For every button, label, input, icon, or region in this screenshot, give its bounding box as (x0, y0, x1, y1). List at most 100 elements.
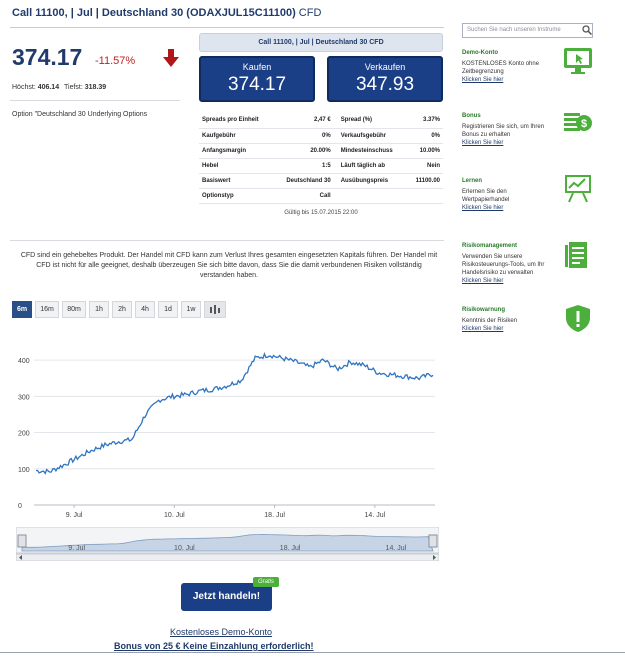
spec-value (406, 188, 443, 204)
spec-label: Mindesteinschuss (337, 143, 407, 159)
x-tick-label: 10. Jul (164, 512, 185, 519)
specs-row: Anfangsmargin 20.00% Mindesteinschuss 10.00… (199, 143, 443, 159)
trade-now-button[interactable]: Jetzt handeln! (181, 583, 272, 611)
sidebar-link[interactable]: Klicken Sie hier (462, 278, 597, 284)
spec-label: Anfangsmargin (199, 143, 274, 159)
spec-label: Hebel (199, 158, 274, 174)
sell-price: 347.93 (355, 74, 415, 95)
navigator-scrollbar (16, 553, 439, 561)
spec-label: Spreads pro Einheit (199, 113, 274, 129)
range-button-1d[interactable]: 1d (158, 301, 178, 318)
specs-row: Kaufgebühr 0% Verkaufsgebühr 0% (199, 128, 443, 144)
spec-value: 3.37% (406, 113, 443, 129)
document-check-icon (565, 242, 587, 268)
spec-value: Nein (406, 158, 443, 174)
y-tick-label: 100 (18, 467, 30, 474)
specs-row: Optionstyp Call (199, 188, 443, 204)
spec-label: Läuft täglich ab (337, 158, 407, 174)
navigator-label: 18. Jul (280, 545, 301, 552)
instrument-type: CFD (298, 7, 322, 19)
navigator-label: 14. Jul (386, 545, 407, 552)
risk-disclaimer: CFD sind ein gehebeltes Produkt. Der Han… (20, 252, 438, 279)
range-button-1h[interactable]: 1h (89, 301, 109, 318)
sidebar-text: Erlernen Sie den Wertpapierhandel (462, 189, 510, 203)
svg-text:$: $ (581, 118, 587, 130)
sell-label: Verkaufen (364, 62, 406, 72)
spec-value: 20.00% (273, 143, 334, 159)
chart-board-icon (565, 175, 591, 203)
high-value: Höchst: 406.14 (12, 84, 60, 91)
specs-row: Spreads pro Einheit 2,47 € Spread (%) 3.37% (199, 113, 443, 129)
buy-label: Kaufen (242, 62, 272, 72)
spec-value: 10.00% (406, 143, 443, 159)
spec-label: Kaufgebühr (199, 128, 274, 144)
divider (0, 652, 625, 653)
instrument-bar: Call 11100, | Jul | Deutschland 30 CFD (199, 33, 443, 52)
divider (10, 27, 444, 28)
x-tick-label: 14. Jul (365, 512, 386, 519)
divider (10, 100, 180, 101)
specs-row: Basiswert Deutschland 30 Ausübungspreis 111… (199, 173, 443, 189)
x-tick-label: 9. Jul (66, 512, 83, 519)
sidebar-text: Registrieren Sie sich, um Ihren Bonus zu… (462, 124, 545, 138)
current-price: 374.17 (12, 44, 83, 70)
sidebar-text: Kenntnis der Risiken (462, 318, 518, 324)
chart-navigator[interactable]: 9. Jul 10. Jul 18. Jul 14. Jul (16, 527, 439, 561)
specs-row: Hebel 1:5 Läuft täglich ab Nein (199, 158, 443, 174)
price-series-line (35, 352, 434, 475)
spec-value: Deutschland 30 (273, 173, 334, 189)
navigator-handle-right (428, 534, 438, 548)
sidebar-link[interactable]: Klicken Sie hier (462, 140, 597, 146)
x-tick-label: 18. Jul (264, 512, 285, 519)
option-description: Option "Deutschland 30 Underlying Option… (12, 111, 148, 118)
down-arrow-icon (163, 49, 179, 67)
instrument-name: Call 11100, | Jul | Deutschland 30 (ODAX… (12, 7, 296, 19)
sidebar-text: KOSTENLOSES Konto ohne Zeitbegrenzung (462, 61, 540, 75)
spec-value: Call (273, 188, 334, 204)
divider (10, 240, 444, 241)
money-stack-icon: $ (564, 113, 592, 131)
price-chart: 0 100 200 300 400 9. Jul 10. Jul 18. Jul 14. Jul (18, 352, 435, 519)
spec-value: 1:5 (273, 158, 334, 174)
range-button-2h[interactable]: 2h (112, 301, 132, 318)
bonus-link[interactable]: Bonus von 25 € Keine Einzahlung erforder… (114, 641, 314, 651)
spec-value: 2,47 € (273, 113, 334, 129)
spec-label: Optionstyp (199, 188, 274, 204)
valid-until: Gültig bis 15.07.2015 22:00 (284, 210, 358, 216)
candlestick-toggle[interactable] (204, 301, 226, 318)
demo-account-link[interactable]: Kostenloses Demo-Konto (170, 627, 272, 637)
y-tick-label: 400 (18, 358, 30, 365)
range-button-6m[interactable]: 6m (12, 301, 32, 318)
monitor-cursor-icon (564, 48, 592, 74)
spec-label: Spread (%) (337, 113, 407, 129)
low-value: Tiefst: 318.39 (64, 84, 107, 91)
search-input[interactable]: Suchen Sie nach unseren Instrume (462, 23, 593, 38)
navigator-label: 9. Jul (68, 545, 85, 552)
y-tick-label: 200 (18, 431, 30, 438)
range-button-1w[interactable]: 1w (181, 301, 201, 318)
navigator-handle-left (17, 534, 27, 548)
range-button-16m[interactable]: 16m (35, 301, 59, 318)
spec-label: Verkaufsgebühr (337, 128, 407, 144)
buy-button[interactable]: Kaufen 374.17 (199, 56, 315, 102)
sidebar-link[interactable]: Klicken Sie hier (462, 77, 597, 83)
price-change: -11.57% (95, 55, 136, 67)
buy-price: 374.17 (227, 74, 287, 95)
spec-label (337, 188, 407, 204)
range-selector: 6m 16m 80m 1h 2h 4h 1d 1w (12, 301, 226, 318)
search-icon[interactable] (582, 25, 592, 35)
range-button-80m[interactable]: 80m (62, 301, 86, 318)
navigator-label: 10. Jul (174, 545, 195, 552)
range-button-4h[interactable]: 4h (135, 301, 155, 318)
page-title: Call 11100, | Jul | Deutschland 30 (ODAX… (12, 7, 321, 19)
shield-warning-icon (566, 305, 590, 332)
free-badge: Gratis (253, 577, 279, 587)
spec-value: 0% (406, 128, 443, 144)
sell-button[interactable]: Verkaufen 347.93 (327, 56, 443, 102)
sidebar-text: Verwenden Sie unsere Risikosteuerungs-To… (462, 254, 545, 276)
spec-label: Ausübungspreis (337, 173, 407, 189)
specs-table: Spreads pro Einheit 2,47 € Spread (%) 3.37%… (199, 113, 443, 204)
sidebar-link[interactable]: Klicken Sie hier (462, 205, 597, 211)
spec-value: 0% (273, 128, 334, 144)
spec-label: Basiswert (199, 173, 274, 189)
